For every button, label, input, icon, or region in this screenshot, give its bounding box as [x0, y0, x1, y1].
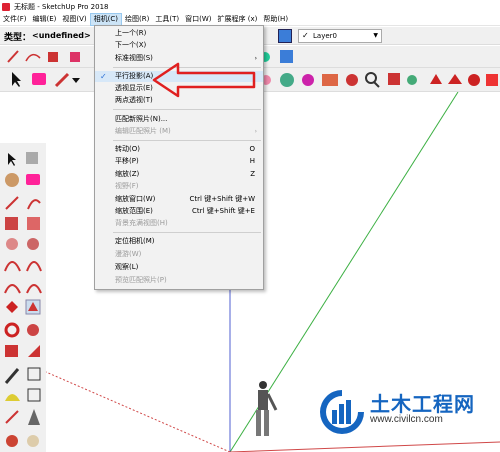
select-tool-icon[interactable]	[8, 153, 16, 166]
orbit-icon[interactable]	[6, 435, 18, 447]
menu-help[interactable]: 帮助(H)	[260, 13, 291, 26]
paint-icon[interactable]	[302, 74, 314, 86]
paint-bucket-icon[interactable]	[5, 173, 19, 187]
menu-item-orbit[interactable]: 转动(O) O	[95, 144, 263, 155]
extension-icon[interactable]	[448, 74, 462, 84]
circle-tool-icon[interactable]	[6, 238, 18, 250]
dropdown-arrow-icon[interactable]	[72, 78, 80, 83]
pencil-icon[interactable]	[54, 72, 70, 88]
menu-extensions[interactable]: 扩展程序 (x)	[214, 13, 260, 26]
three-point-arc-icon[interactable]	[26, 284, 42, 294]
red-axis-dotted	[46, 371, 231, 452]
menu-item-look-around[interactable]: 观察(L)	[95, 262, 263, 273]
menu-item-zoom-extents[interactable]: 缩放范围(E) Ctrl 键+Shift 键+E	[95, 206, 263, 217]
menu-separator	[113, 109, 261, 110]
menu-item-preview-matched-photo: 预览匹配照片(P)	[115, 276, 167, 284]
3d-text-icon[interactable]	[28, 409, 40, 425]
layer-check-icon: ✓	[302, 31, 309, 40]
section-plane-icon[interactable]	[322, 74, 338, 86]
rotated-rectangle-icon[interactable]	[27, 217, 40, 230]
menu-file[interactable]: 文件(F)	[0, 13, 30, 26]
follow-me-icon[interactable]	[27, 324, 39, 336]
walk-icon[interactable]	[346, 74, 358, 86]
rotate-tool-icon[interactable]	[4, 322, 20, 338]
menu-item-next[interactable]: 下一个(X)	[95, 40, 263, 51]
rectangle-tool-icon[interactable]	[5, 217, 18, 230]
watermark: 土木工程网 www.civilcn.com	[318, 386, 500, 436]
layer-select-value: Layer0	[313, 32, 337, 40]
paint-bucket-icon[interactable]	[280, 50, 293, 63]
menu-camera[interactable]: 相机(C)	[89, 12, 123, 26]
chevron-down-icon: ▼	[373, 32, 378, 39]
layer-select[interactable]: ✓ Layer0 ▼	[298, 29, 382, 43]
menu-separator	[113, 232, 261, 233]
position-camera-icon[interactable]	[407, 75, 417, 85]
civilcn-logo-icon	[320, 390, 364, 434]
line-tool-icon[interactable]	[25, 53, 41, 62]
menu-item-previous[interactable]: 上一个(R)	[95, 28, 263, 39]
zoom-icon[interactable]	[365, 72, 380, 88]
left-tool-palette	[0, 143, 46, 452]
axes-tool-icon[interactable]	[5, 410, 19, 424]
protractor-icon[interactable]	[5, 394, 20, 401]
polygon-tool-icon[interactable]	[27, 238, 39, 250]
menu-draw[interactable]: 绘图(R)	[122, 13, 152, 26]
globe-icon[interactable]	[280, 73, 294, 87]
dimension-tool-icon[interactable]	[27, 367, 41, 381]
pie-tool-icon[interactable]	[4, 284, 21, 294]
share-icon[interactable]	[468, 74, 480, 86]
menu-item-match-new-photo[interactable]: 匹配新照片(N)...	[95, 114, 263, 125]
line-tool-icon[interactable]	[5, 196, 19, 210]
pan-icon[interactable]	[27, 435, 39, 447]
select-arrow-icon[interactable]	[12, 72, 21, 87]
menu-tools[interactable]: 工具(T)	[152, 13, 182, 26]
app-icon	[2, 2, 10, 11]
menu-item-zoom-to-photo: 背景充满视图(H)	[115, 219, 168, 227]
person-figure[interactable]	[256, 381, 278, 436]
type-label: 类型：	[4, 33, 32, 43]
push-pull-icon[interactable]	[25, 299, 41, 315]
menu-item-position-camera[interactable]: 定位相机(M)	[95, 236, 263, 247]
sketchup-window: 无标题 - SketchUp Pro 2018 文件(F) 编辑(E) 视图(V…	[0, 0, 500, 452]
zoom-extents-icon[interactable]	[388, 73, 400, 85]
menu-edit[interactable]: 编辑(E)	[30, 13, 60, 26]
eraser-icon[interactable]	[26, 174, 40, 185]
layers-icon[interactable]	[278, 29, 292, 43]
freehand-icon[interactable]	[27, 199, 41, 210]
menu-view[interactable]: 视图(V)	[59, 13, 89, 26]
checkmark-icon: ✓	[100, 72, 107, 81]
send-icon[interactable]	[486, 74, 498, 86]
menu-item-pan[interactable]: 平移(P) H	[95, 156, 263, 167]
tape-measure-icon[interactable]	[4, 368, 20, 384]
arc-tool-icon[interactable]	[4, 261, 21, 272]
push-pull-icon[interactable]	[70, 52, 80, 62]
menu-item-edit-matched-photo: 编辑匹配照片 (M) ›	[115, 127, 257, 135]
annotation-arrow-icon	[152, 62, 256, 98]
text-tool-icon[interactable]	[27, 388, 41, 402]
title-bar: 无标题 - SketchUp Pro 2018	[0, 0, 500, 13]
watermark-url: www.civilcn.com	[370, 414, 443, 425]
scale-tool-icon[interactable]	[5, 345, 18, 357]
menu-item-zoom-window[interactable]: 缩放窗口(W) Ctrl 键+Shift 键+W	[95, 194, 263, 205]
pencil-icon[interactable]	[4, 49, 20, 65]
menu-item-zoom[interactable]: 缩放(Z) Z	[95, 169, 263, 180]
shape-tool-icon[interactable]	[48, 52, 58, 62]
menu-window[interactable]: 窗口(W)	[182, 13, 214, 26]
type-value: <undefined>	[32, 31, 91, 40]
two-point-arc-icon[interactable]	[26, 261, 42, 272]
submenu-arrow-icon: ›	[254, 128, 257, 135]
menu-separator	[113, 140, 261, 141]
menu-item-walk: 漫游(W)	[115, 250, 142, 258]
eraser-icon[interactable]	[32, 73, 46, 85]
warehouse-icon[interactable]	[430, 74, 442, 84]
window-title: 无标题 - SketchUp Pro 2018	[14, 2, 109, 11]
make-component-icon[interactable]	[26, 152, 38, 164]
watermark-title: 土木工程网	[370, 392, 475, 416]
menu-item-field-of-view: 视野(F)	[115, 182, 139, 190]
offset-tool-icon[interactable]	[28, 345, 40, 357]
red-axis	[229, 441, 500, 452]
move-tool-icon[interactable]	[6, 301, 18, 313]
